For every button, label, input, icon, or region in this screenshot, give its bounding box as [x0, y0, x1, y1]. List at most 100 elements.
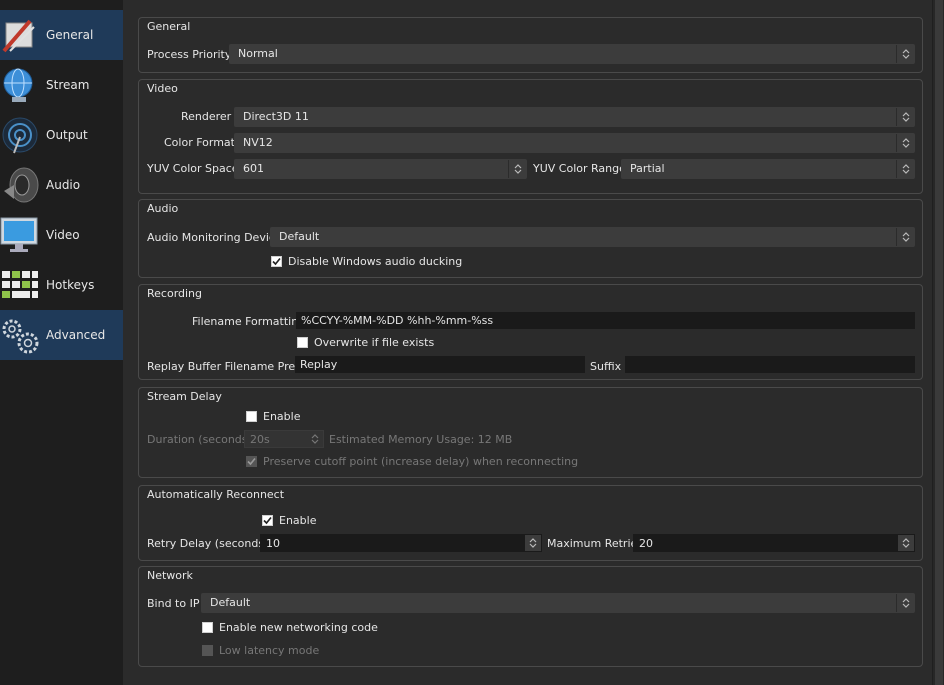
yuv-color-space-label: YUV Color Space	[147, 162, 239, 175]
general-settings-icon	[2, 19, 35, 53]
sidebar-item-label: Stream	[46, 78, 90, 92]
audio-group: Audio Audio Monitoring Device Default Di…	[138, 199, 923, 278]
video-monitor-icon	[0, 217, 38, 252]
sidebar-item-label: Hotkeys	[46, 278, 95, 292]
retry-delay-input[interactable]	[261, 535, 525, 551]
updown-arrows-icon	[896, 228, 914, 246]
yuv-color-range-select[interactable]: Partial	[621, 159, 915, 179]
sidebar-item-label: Output	[46, 128, 88, 142]
preserve-cutoff-label: Preserve cutoff point (increase delay) w…	[263, 455, 579, 468]
sidebar-item-label: Video	[46, 228, 80, 242]
renderer-label: Renderer	[181, 110, 232, 123]
group-title: Recording	[147, 287, 203, 300]
yuv-color-range-label: YUV Color Range	[533, 162, 626, 175]
recording-group: Recording Filename Formatting Overwrite …	[138, 284, 923, 380]
estimated-memory-usage: Estimated Memory Usage: 12 MB	[329, 433, 513, 446]
sidebar-item-stream[interactable]: Stream	[0, 60, 123, 110]
maximum-retries-input[interactable]	[634, 535, 898, 551]
group-title: Video	[147, 82, 178, 95]
updown-arrows-icon	[896, 594, 914, 612]
duration-seconds-label: Duration (seconds)	[147, 433, 252, 446]
sidebar-item-video[interactable]: Video	[0, 210, 123, 260]
sidebar-item-hotkeys[interactable]: Hotkeys	[0, 260, 123, 310]
process-priority-label: Process Priority	[147, 48, 232, 61]
overwrite-if-exists-checkbox[interactable]: Overwrite if file exists	[297, 336, 434, 349]
advanced-gears-icon	[2, 319, 39, 354]
sidebar-item-advanced[interactable]: Advanced	[0, 310, 123, 360]
low-latency-mode-checkbox[interactable]: Low latency mode	[202, 644, 319, 657]
yuv-color-space-value: 601	[243, 162, 264, 175]
updown-arrows-icon	[307, 431, 323, 447]
sidebar-item-label: General	[46, 28, 94, 42]
group-title: Network	[147, 569, 193, 582]
stream-delay-enable-checkbox[interactable]: Enable	[246, 410, 300, 423]
new-networking-code-checkbox[interactable]: Enable new networking code	[202, 621, 378, 634]
checkmark-icon	[262, 515, 273, 526]
settings-sidebar: General Stream Output Audio Video Hotkey…	[0, 0, 123, 685]
network-group: Network Bind to IP Default Enable new ne…	[138, 566, 923, 667]
sidebar-item-audio[interactable]: Audio	[0, 160, 123, 210]
yuv-color-space-select[interactable]: 601	[234, 159, 527, 179]
replay-buffer-prefix-input[interactable]	[296, 357, 584, 372]
group-title: Stream Delay	[147, 390, 222, 403]
duration-spinbox[interactable]	[244, 430, 324, 448]
renderer-value: Direct3D 11	[243, 110, 309, 123]
preserve-cutoff-checkbox[interactable]: Preserve cutoff point (increase delay) w…	[246, 455, 578, 468]
filename-formatting-input[interactable]	[297, 313, 914, 328]
color-format-label: Color Format	[164, 136, 235, 149]
updown-arrows-icon	[898, 535, 914, 551]
yuv-color-range-value: Partial	[630, 162, 665, 175]
auto-reconnect-enable-label: Enable	[279, 514, 317, 527]
color-format-value: NV12	[243, 136, 273, 149]
filename-formatting-label: Filename Formatting	[192, 315, 306, 328]
vertical-scrollbar[interactable]	[932, 0, 944, 685]
maximum-retries-label: Maximum Retries	[547, 537, 644, 550]
color-format-select[interactable]: NV12	[234, 133, 915, 153]
checkmark-icon	[271, 256, 282, 267]
checkmark-icon	[246, 456, 257, 467]
sidebar-item-label: Audio	[46, 178, 81, 192]
scrollbar-thumb[interactable]	[935, 0, 943, 685]
updown-arrows-icon	[896, 45, 914, 63]
retry-delay-spinbox[interactable]	[260, 534, 542, 552]
suffix-field[interactable]	[625, 356, 915, 373]
sidebar-item-label: Advanced	[46, 328, 106, 342]
retry-delay-label: Retry Delay (seconds)	[147, 537, 269, 550]
stream-delay-group: Stream Delay Enable Duration (seconds) E…	[138, 387, 923, 478]
low-latency-mode-label: Low latency mode	[219, 644, 320, 657]
updown-arrows-icon	[525, 535, 541, 551]
overwrite-if-exists-label: Overwrite if file exists	[314, 336, 435, 349]
renderer-select[interactable]: Direct3D 11	[234, 107, 915, 127]
hotkeys-keyboard-icon	[2, 271, 38, 298]
updown-arrows-icon	[896, 160, 914, 178]
bind-to-ip-value: Default	[210, 596, 251, 609]
duration-input[interactable]	[245, 431, 307, 447]
group-title: General	[147, 20, 191, 33]
replay-buffer-prefix-label: Replay Buffer Filename Prefix	[147, 360, 309, 373]
advanced-settings-panel: General Process Priority Normal Video Re…	[123, 0, 932, 685]
audio-monitoring-device-value: Default	[279, 230, 320, 243]
maximum-retries-spinbox[interactable]	[633, 534, 915, 552]
audio-monitoring-device-label: Audio Monitoring Device	[147, 231, 282, 244]
sidebar-item-output[interactable]: Output	[0, 110, 123, 160]
process-priority-value: Normal	[238, 47, 278, 60]
output-broadcast-icon	[2, 117, 38, 154]
stream-globe-icon	[3, 68, 33, 102]
updown-arrows-icon	[508, 160, 526, 178]
group-title: Audio	[147, 202, 179, 215]
suffix-input[interactable]	[626, 357, 914, 372]
replay-buffer-prefix-field[interactable]	[295, 356, 585, 373]
updown-arrows-icon	[896, 108, 914, 126]
new-networking-code-label: Enable new networking code	[219, 621, 378, 634]
disable-audio-ducking-checkbox[interactable]: Disable Windows audio ducking	[271, 255, 462, 268]
updown-arrows-icon	[896, 134, 914, 152]
filename-formatting-field[interactable]	[296, 312, 915, 329]
bind-to-ip-select[interactable]: Default	[201, 593, 915, 613]
auto-reconnect-enable-checkbox[interactable]: Enable	[262, 514, 316, 527]
suffix-label: Suffix	[590, 360, 622, 373]
process-priority-select[interactable]: Normal	[229, 44, 915, 64]
sidebar-item-general[interactable]: General	[0, 10, 123, 60]
stream-delay-enable-label: Enable	[263, 410, 301, 423]
auto-reconnect-group: Automatically Reconnect Enable Retry Del…	[138, 485, 923, 561]
audio-monitoring-device-select[interactable]: Default	[270, 227, 915, 247]
